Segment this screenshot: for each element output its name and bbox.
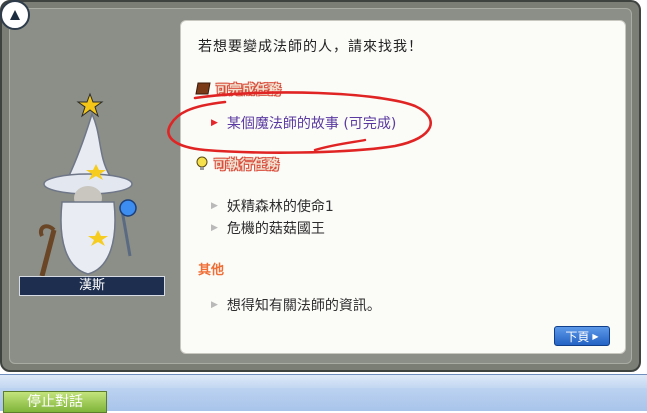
- other-header: 其他: [198, 263, 225, 278]
- npc-portrait: [18, 80, 168, 300]
- dialog-text-panel: 若想要變成法師的人，請來找我！ 可完成任務 ▶ 某個魔法師的故事 (可完成) 可…: [180, 20, 626, 354]
- quest-item-available[interactable]: ▶ 危機的菇菇國王: [211, 218, 325, 238]
- bottom-bar: 停止對話: [0, 374, 647, 413]
- available-quests-header: 可執行任務: [195, 154, 279, 173]
- quest-item-other[interactable]: ▶ 想得知有關法師的資訊。: [211, 295, 381, 315]
- dialog-corner-icon[interactable]: [0, 0, 30, 30]
- quest-item-available[interactable]: ▶ 妖精森林的使命1: [211, 196, 334, 216]
- book-icon: [195, 82, 211, 95]
- npc-greeting: 若想要變成法師的人，請來找我！: [198, 39, 423, 55]
- bullet-icon: ▶: [211, 201, 218, 211]
- bullet-icon: ▶: [211, 300, 218, 310]
- npc-nameplate: 漢斯: [19, 276, 165, 296]
- bullet-icon: ▶: [211, 118, 218, 128]
- next-page-button[interactable]: 下頁 ▶: [554, 326, 610, 346]
- bullet-icon: ▶: [211, 223, 218, 233]
- completable-quests-header: 可完成任務: [195, 79, 281, 98]
- lightbulb-icon: [196, 156, 208, 170]
- wizard-hat-star-icon: [76, 92, 104, 118]
- arrow-right-icon: ▶: [592, 331, 599, 341]
- quest-item-completable[interactable]: ▶ 某個魔法師的故事 (可完成): [211, 113, 396, 133]
